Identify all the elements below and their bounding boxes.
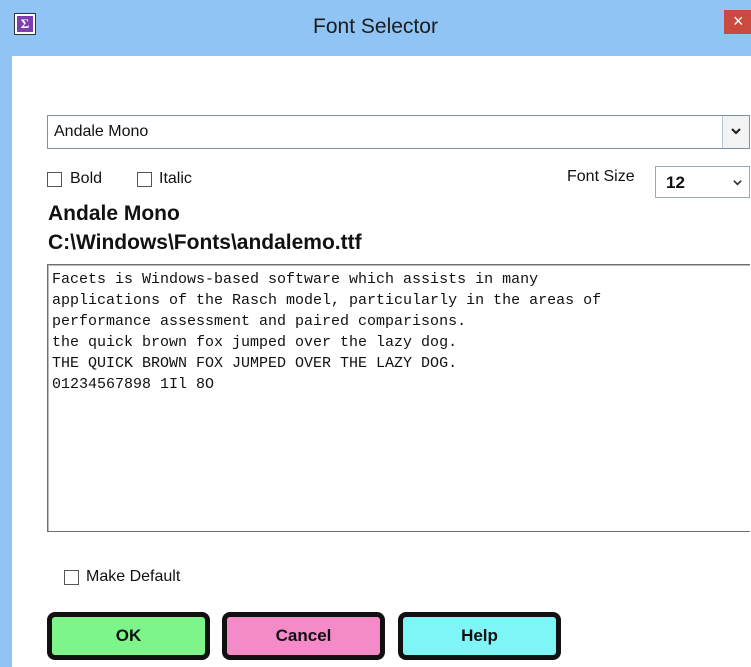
make-default-checkbox[interactable] bbox=[64, 570, 79, 585]
preview-line: performance assessment and paired compar… bbox=[52, 313, 467, 330]
italic-checkbox[interactable] bbox=[137, 172, 152, 187]
bold-label: Bold bbox=[70, 170, 103, 187]
make-default-label: Make Default bbox=[86, 568, 181, 585]
italic-label: Italic bbox=[159, 170, 192, 187]
window-title: Font Selector bbox=[313, 15, 438, 38]
chevron-down-icon bbox=[733, 180, 742, 186]
font-family-value: Andale Mono bbox=[54, 123, 149, 140]
help-button[interactable]: Help bbox=[398, 612, 561, 660]
close-icon: × bbox=[733, 11, 744, 31]
cancel-button-label: Cancel bbox=[275, 626, 332, 645]
preview-line: 01234567898 1Il 8O bbox=[52, 376, 215, 393]
title-bar[interactable]: Σ Font Selector × bbox=[0, 0, 751, 56]
font-name-heading: Andale Mono bbox=[48, 202, 180, 225]
font-family-dropdown-button[interactable] bbox=[722, 116, 749, 148]
preview-line: the quick brown fox jumped over the lazy… bbox=[52, 334, 458, 351]
ok-button-label: OK bbox=[115, 626, 142, 645]
font-size-dropdown[interactable]: 12 bbox=[655, 166, 750, 198]
chevron-down-icon bbox=[731, 128, 741, 135]
font-size-value: 12 bbox=[666, 173, 685, 192]
preview-line: Facets is Windows-based software which a… bbox=[52, 271, 539, 288]
help-button-label: Help bbox=[461, 626, 498, 645]
close-button[interactable]: × bbox=[724, 10, 751, 34]
cancel-button[interactable]: Cancel bbox=[222, 612, 385, 660]
font-preview-text-area[interactable]: Facets is Windows-based software which a… bbox=[47, 264, 750, 532]
window-frame-left bbox=[0, 0, 12, 667]
preview-line: applications of the Rasch model, particu… bbox=[52, 292, 602, 309]
ok-button[interactable]: OK bbox=[47, 612, 210, 660]
font-family-dropdown[interactable]: Andale Mono bbox=[47, 115, 750, 149]
font-file-path: C:\Windows\Fonts\andalemo.ttf bbox=[48, 231, 362, 254]
font-size-label: Font Size bbox=[567, 168, 635, 185]
preview-line: THE QUICK BROWN FOX JUMPED OVER THE LAZY… bbox=[52, 355, 458, 372]
bold-checkbox[interactable] bbox=[47, 172, 62, 187]
